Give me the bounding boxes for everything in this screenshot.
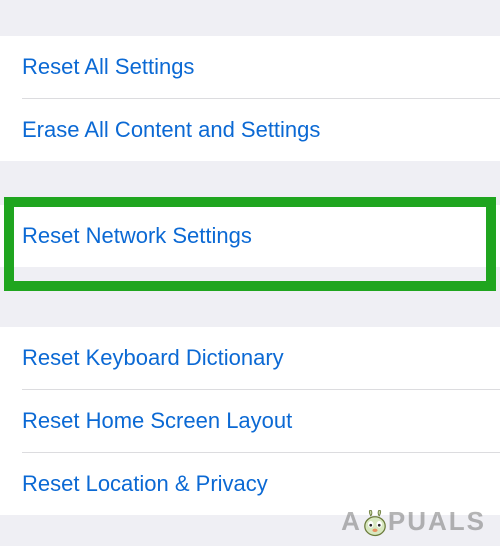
watermark-mascot-icon	[358, 504, 392, 538]
group-gap-2	[0, 267, 500, 327]
watermark: A PUALS	[341, 504, 486, 538]
settings-group-2: Reset Network Settings	[0, 205, 500, 267]
erase-all-content-label: Erase All Content and Settings	[22, 117, 320, 142]
reset-all-settings-row[interactable]: Reset All Settings	[0, 36, 500, 98]
reset-keyboard-dictionary-row[interactable]: Reset Keyboard Dictionary	[0, 327, 500, 389]
reset-network-settings-row[interactable]: Reset Network Settings	[0, 205, 500, 267]
reset-home-screen-layout-row[interactable]: Reset Home Screen Layout	[0, 390, 500, 452]
reset-all-settings-label: Reset All Settings	[22, 54, 194, 79]
reset-home-screen-layout-label: Reset Home Screen Layout	[22, 408, 292, 433]
settings-group-3: Reset Keyboard Dictionary Reset Home Scr…	[0, 327, 500, 515]
reset-location-privacy-label: Reset Location & Privacy	[22, 471, 268, 496]
top-spacer	[0, 0, 500, 36]
settings-group-1: Reset All Settings Erase All Content and…	[0, 36, 500, 161]
group-gap-1	[0, 161, 500, 205]
erase-all-content-row[interactable]: Erase All Content and Settings	[0, 99, 500, 161]
watermark-suffix: PUALS	[388, 506, 486, 537]
highlighted-group-wrapper: Reset Network Settings	[0, 205, 500, 267]
reset-network-settings-label: Reset Network Settings	[22, 223, 252, 248]
reset-keyboard-dictionary-label: Reset Keyboard Dictionary	[22, 345, 284, 370]
